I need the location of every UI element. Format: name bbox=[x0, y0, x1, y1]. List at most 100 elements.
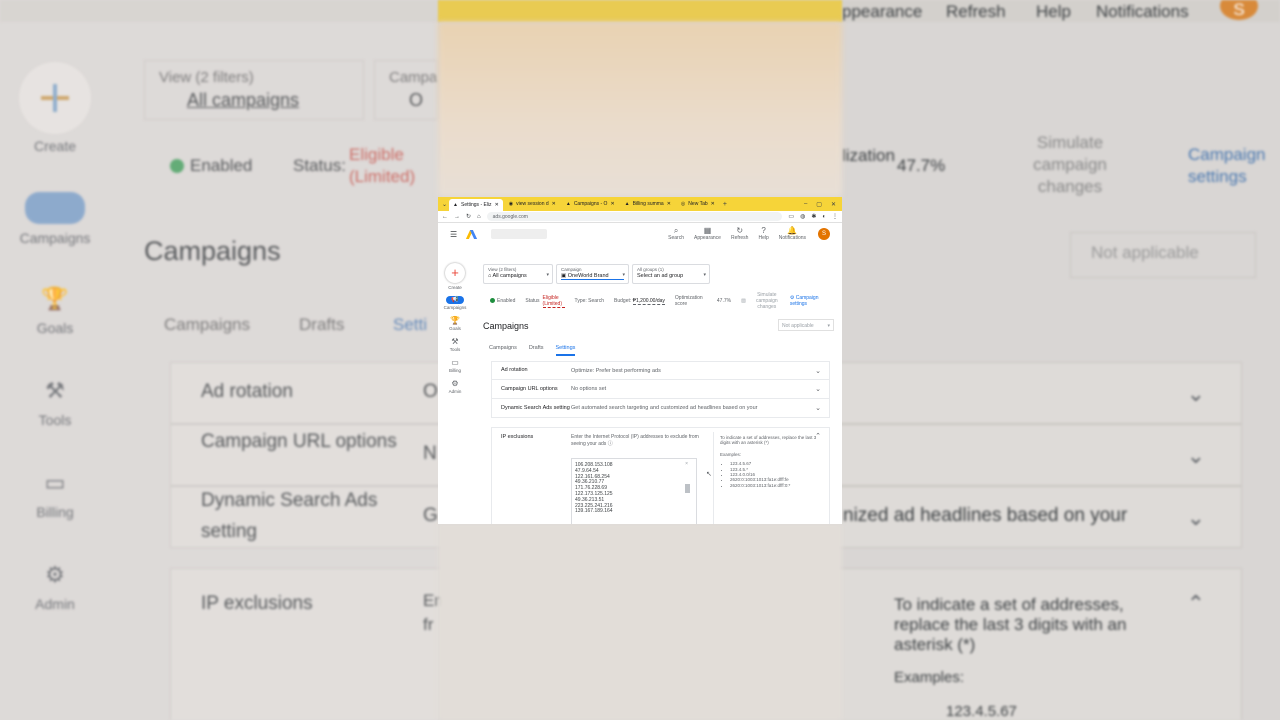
browser-tab-campaigns[interactable]: ▲ Campaigns - O ✕ bbox=[562, 199, 619, 209]
close-icon[interactable]: ✕ bbox=[552, 201, 556, 207]
campaign-filter[interactable]: Campaign ▣ OneWorld Brand ▾ bbox=[556, 264, 629, 284]
bg-example1: 123.4.5.67 bbox=[946, 703, 1017, 720]
textarea-scrollbar[interactable] bbox=[685, 484, 690, 493]
url-text: ads.google.com bbox=[492, 213, 528, 220]
extension-icon[interactable]: ▭ bbox=[788, 213, 794, 220]
simulate-icon: ▨ bbox=[741, 298, 746, 304]
row-dsa[interactable]: Dynamic Search Ads setting Get automated … bbox=[491, 399, 830, 418]
filter-label: View (2 filters) bbox=[488, 267, 517, 272]
side-tools[interactable]: ⚒ Tools bbox=[438, 337, 472, 352]
page-title: Campaigns bbox=[483, 321, 529, 331]
browser-tab-settings[interactable]: ▲ Settings - Eliz ✕ bbox=[449, 199, 503, 211]
browser-tab-new[interactable]: ◎ New Tab ✕ bbox=[677, 199, 719, 209]
filter-label: Campaign bbox=[561, 267, 582, 272]
select-value: Not applicable bbox=[782, 323, 814, 329]
row-url-options[interactable]: Campaign URL options No options set ⌄ bbox=[491, 380, 830, 399]
adgroup-filter[interactable]: All groups (1) Select an ad group ▾ bbox=[632, 264, 710, 284]
appearance-tool[interactable]: ▦ Appearance bbox=[693, 227, 721, 242]
optimization-value[interactable]: 47.7% bbox=[717, 298, 731, 304]
tab-search-icon[interactable]: ⌄ bbox=[442, 201, 447, 208]
chevron-up-icon[interactable]: ⌃ bbox=[815, 432, 821, 440]
profile-icon[interactable]: ◐ bbox=[822, 214, 826, 220]
card-icon: ▭ bbox=[451, 358, 459, 367]
dropdown-icon: ▾ bbox=[546, 272, 549, 278]
budget[interactable]: Budget: ₱1,200.00/day bbox=[614, 298, 665, 305]
ads-icon: ▲ bbox=[624, 201, 630, 207]
tool-label: Appearance bbox=[693, 235, 721, 241]
ip-address-textarea[interactable]: 106.208.153.108 47.9.64.54 122.161.68.25… bbox=[571, 458, 697, 524]
ip-exclusions-panel: IP exclusions Enter the Internet Protoco… bbox=[491, 427, 830, 524]
side-billing[interactable]: ▭ Billing bbox=[438, 358, 472, 373]
avatar[interactable]: S bbox=[818, 228, 830, 240]
tab-drafts[interactable]: Drafts bbox=[529, 345, 544, 356]
side-campaigns[interactable]: 📢 Campaigns bbox=[438, 296, 472, 310]
ads-app-bar: ☰ ⌕ Search ▦ Appearance ↻ Refresh ? Help 🔔 No… bbox=[438, 223, 842, 245]
status-value[interactable]: Eligible (Limited) bbox=[542, 295, 565, 308]
row-ad-rotation[interactable]: Ad rotation Optimize: Prefer best perform… bbox=[491, 361, 830, 380]
status-label: Status bbox=[525, 298, 540, 304]
not-applicable-select[interactable]: Not applicable ▾ bbox=[778, 319, 834, 331]
search-tool[interactable]: ⌕ Search bbox=[668, 227, 684, 242]
enabled-text: Enabled bbox=[497, 298, 516, 304]
mouse-cursor-icon: ↖ bbox=[706, 471, 712, 478]
account-name[interactable] bbox=[491, 229, 548, 239]
bg-help: Help bbox=[1036, 2, 1071, 21]
side-nav: + Create 📢 Campaigns 🏆 Goals ⚒ Tools ▭ Billin… bbox=[438, 263, 472, 400]
simulate-changes[interactable]: Simulate campaign changes bbox=[750, 292, 784, 310]
close-icon[interactable]: ✕ bbox=[667, 201, 671, 207]
puzzle-icon[interactable]: ✱ bbox=[811, 213, 816, 220]
close-icon[interactable]: ✕ bbox=[711, 201, 715, 207]
refresh-tool[interactable]: ↻ Refresh bbox=[731, 227, 749, 242]
bg-hint: To indicate a set of addresses, replace … bbox=[894, 595, 1127, 654]
row-key: Ad rotation bbox=[501, 367, 528, 373]
notifications-tool[interactable]: 🔔 Notifications bbox=[778, 227, 806, 242]
bg-opt-fragment: lization bbox=[842, 146, 895, 165]
bg-refresh: Refresh bbox=[946, 2, 1006, 21]
side-goals[interactable]: 🏆 Goals bbox=[438, 316, 472, 331]
help-icon[interactable]: ⓘ bbox=[608, 441, 613, 447]
address-bar-row: ← → ↻ ⌂ ads.google.com ▭ ◍ ✱ ◐ ⋮ bbox=[438, 211, 842, 223]
clear-icon[interactable]: × bbox=[685, 461, 688, 468]
new-tab-icon[interactable]: + bbox=[723, 201, 727, 208]
tab-settings[interactable]: Settings bbox=[555, 345, 576, 356]
reload-icon[interactable]: ↻ bbox=[466, 213, 471, 220]
side-label: Campaigns bbox=[443, 305, 467, 310]
help-tool[interactable]: ? Help bbox=[758, 227, 768, 242]
type-value: Type: Search bbox=[574, 298, 605, 304]
browser-tab-billing[interactable]: ▲ Billing summa ✕ bbox=[621, 199, 675, 209]
enabled-status[interactable]: Enabled bbox=[490, 298, 515, 304]
maximize-icon[interactable]: ▢ bbox=[816, 201, 822, 208]
url-field[interactable]: ads.google.com bbox=[486, 212, 783, 221]
tab-campaigns[interactable]: Campaigns bbox=[489, 345, 517, 356]
home-icon[interactable]: ⌂ bbox=[477, 214, 481, 220]
close-icon[interactable]: ✕ bbox=[495, 202, 499, 208]
minimize-icon[interactable]: – bbox=[804, 201, 807, 208]
bg-opt-value: 47.7% bbox=[897, 156, 946, 175]
side-create[interactable]: + Create bbox=[438, 263, 472, 290]
optimization-label: Optimization score bbox=[674, 295, 703, 307]
side-label: Admin bbox=[448, 389, 462, 394]
top-tools: ⌕ Search ▦ Appearance ↻ Refresh ? Help 🔔 Noti… bbox=[668, 227, 830, 241]
forward-icon[interactable]: → bbox=[454, 214, 460, 220]
row-key: Campaign URL options bbox=[501, 385, 558, 392]
tab-label: Settings - Eliz bbox=[460, 202, 492, 208]
back-icon[interactable]: ← bbox=[442, 214, 448, 220]
chevron-down-icon[interactable]: ⌄ bbox=[815, 385, 821, 393]
kebab-menu-icon[interactable]: ⋮ bbox=[832, 213, 838, 220]
chevron-down-icon[interactable]: ⌄ bbox=[815, 367, 821, 375]
browser-window: ⌄ ▲ Settings - Eliz ✕ ◉ view session d ✕ ▲ Ca… bbox=[438, 197, 842, 524]
hamburger-icon[interactable]: ☰ bbox=[450, 230, 457, 239]
example-item: 2620:0:1003:1013:fa1e:dfff:0:* bbox=[730, 483, 817, 488]
side-admin[interactable]: ⚙ Admin bbox=[438, 379, 472, 394]
view-filter[interactable]: View (2 filters) ⌂ All campaigns ▾ bbox=[483, 264, 553, 284]
chevron-down-icon[interactable]: ⌄ bbox=[815, 404, 821, 412]
tab-label: Campaigns - O bbox=[573, 201, 608, 207]
close-icon[interactable]: ✕ bbox=[610, 201, 614, 207]
row-value: No options set bbox=[571, 386, 607, 392]
extension-icon-2[interactable]: ◍ bbox=[800, 213, 805, 220]
browser-tab-view-session[interactable]: ◉ view session d ✕ bbox=[505, 199, 560, 209]
bg-top-blur bbox=[438, 22, 842, 197]
close-window-icon[interactable]: ✕ bbox=[831, 201, 836, 208]
tool-label: Notifications bbox=[778, 235, 806, 241]
campaign-settings-link[interactable]: ⚙ Campaign settings bbox=[790, 295, 828, 307]
